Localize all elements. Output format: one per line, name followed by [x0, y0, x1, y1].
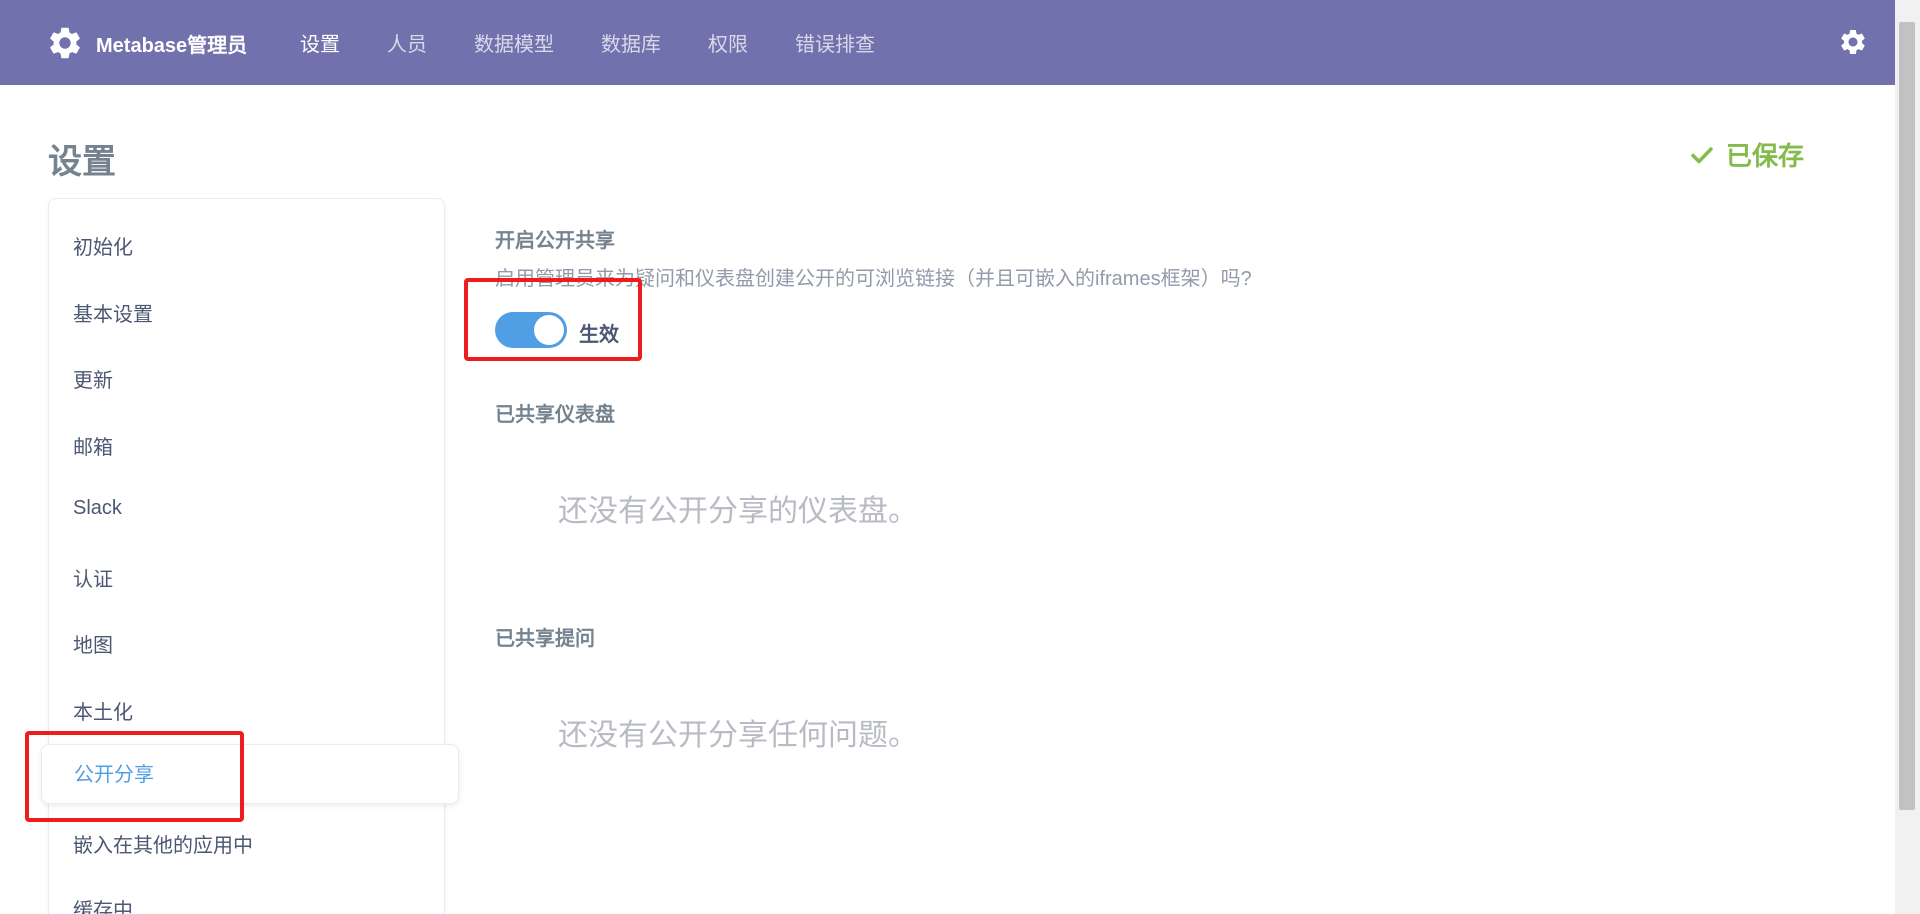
nav-permissions[interactable]: 权限	[708, 28, 748, 57]
settings-gear-icon[interactable]	[1838, 27, 1868, 57]
sidebar-item-public-sharing[interactable]: 公开分享	[41, 744, 459, 804]
sidebar-item-slack[interactable]: Slack	[73, 497, 122, 520]
nav-troubleshooting[interactable]: 错误排查	[795, 28, 875, 57]
nav-settings[interactable]: 设置	[300, 28, 340, 57]
sidebar-item-embedding[interactable]: 嵌入在其他的应用中	[73, 829, 253, 858]
settings-sidebar: 初始化 基本设置 更新 邮箱 Slack 认证 地图 本土化 公开分享 嵌入在其…	[41, 198, 459, 914]
gear-icon	[50, 27, 80, 59]
page-title: 设置	[48, 143, 116, 181]
sidebar-item-maps[interactable]: 地图	[73, 629, 113, 658]
admin-nav: 设置 人员 数据模型 数据库 权限 错误排查	[300, 0, 922, 85]
shared-questions-title: 已共享提问	[495, 628, 595, 650]
nav-databases[interactable]: 数据库	[601, 28, 661, 57]
brand-logo[interactable]: Metabase管理员	[46, 24, 247, 62]
sidebar-item-setup[interactable]: 初始化	[73, 231, 133, 260]
toggle-status-label: 生效	[579, 324, 619, 346]
shared-dashboards-empty: 还没有公开分享的仪表盘。	[558, 495, 918, 528]
sidebar-item-updates[interactable]: 更新	[73, 364, 113, 393]
saved-label: 已保存	[1726, 141, 1805, 171]
saved-status: 已保存	[1690, 136, 1804, 173]
sidebar-item-authentication[interactable]: 认证	[73, 563, 113, 592]
shared-dashboards-title: 已共享仪表盘	[495, 404, 615, 426]
scrollbar-thumb[interactable]	[1899, 22, 1915, 810]
brand-title: Metabase管理员	[96, 34, 248, 57]
sidebar-item-localization[interactable]: 本土化	[73, 696, 133, 725]
admin-topbar: Metabase管理员 设置 人员 数据模型 数据库 权限 错误排查	[0, 0, 1895, 85]
public-sharing-description: 启用管理员来为疑问和仪表盘创建公开的可浏览链接（并且可嵌入的iframes框架）…	[495, 268, 1252, 290]
shared-questions-empty: 还没有公开分享任何问题。	[558, 719, 918, 752]
sidebar-item-email[interactable]: 邮箱	[73, 431, 113, 460]
sidebar-item-caching[interactable]: 缓存中	[73, 894, 133, 914]
nav-people[interactable]: 人员	[387, 28, 427, 57]
sidebar-item-general[interactable]: 基本设置	[73, 298, 153, 327]
public-sharing-toggle[interactable]	[495, 312, 567, 348]
nav-data-model[interactable]: 数据模型	[474, 28, 554, 57]
toggle-knob	[534, 315, 564, 345]
checkmark-icon	[1691, 146, 1713, 163]
public-sharing-title: 开启公开共享	[495, 230, 615, 252]
